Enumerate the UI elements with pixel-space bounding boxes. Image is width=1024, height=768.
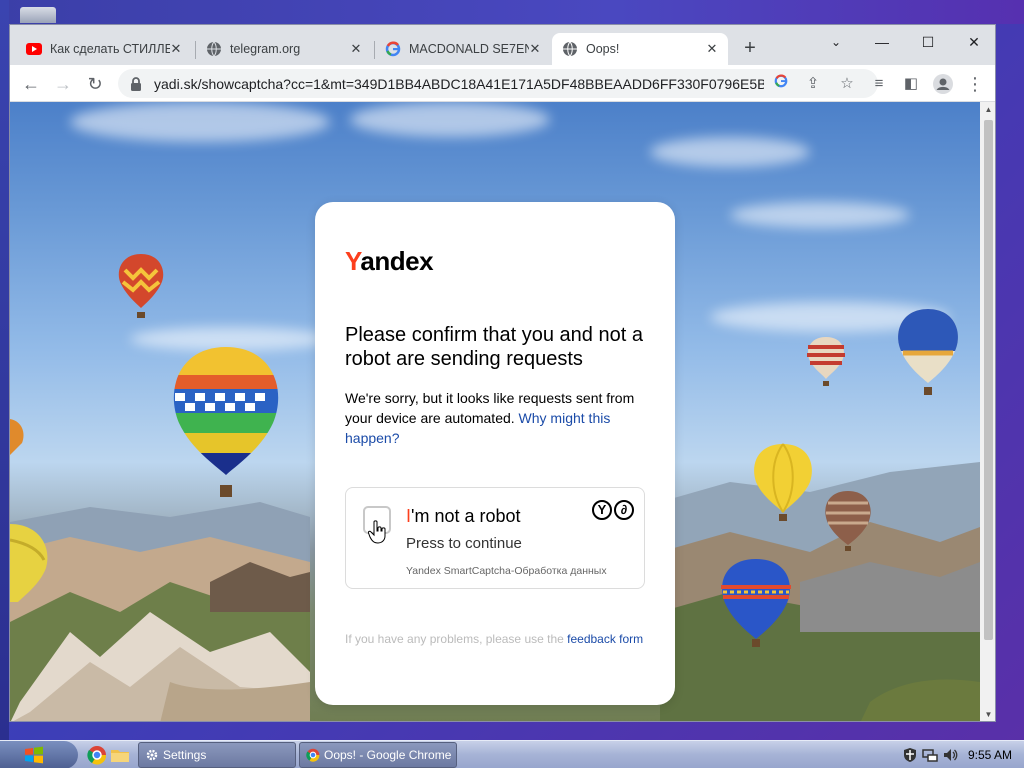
tab-search-chevron-icon[interactable]: ⌄	[813, 29, 859, 57]
captcha-icons: Y ∂	[592, 500, 634, 520]
back-button[interactable]: ←	[18, 71, 44, 97]
feedback-text: If you have any problems, please use the	[345, 632, 568, 646]
cloud	[650, 137, 810, 167]
taskbar: Settings Oops! - Google Chrome 9:55 AM	[0, 740, 1024, 768]
profile-avatar-icon[interactable]	[930, 71, 956, 97]
url-text: yadi.sk/showcaptcha?cc=1&mt=349D1BB4ABDC…	[154, 75, 764, 92]
hot-air-balloon	[825, 491, 871, 551]
hot-air-balloon	[754, 443, 812, 521]
network-icon[interactable]	[922, 747, 938, 763]
audio-captcha-icon[interactable]: ∂	[614, 500, 634, 520]
close-tab-icon[interactable]: ✕	[704, 41, 720, 57]
logo-letter: Y	[345, 246, 361, 276]
hot-air-balloon	[10, 419, 24, 455]
chrome-window: Как сделать СТИЛЛЕР ✕ telegram.org ✕ MAC…	[9, 24, 996, 722]
cloud	[730, 202, 910, 228]
captcha-heading: Please confirm that you and not a robot …	[345, 324, 643, 370]
smartcaptcha-label[interactable]: Yandex SmartCaptcha-Обработка данных	[406, 565, 607, 577]
scroll-thumb[interactable]	[984, 120, 993, 640]
taskbar-chrome[interactable]: Oops! - Google Chrome	[299, 742, 457, 768]
tab-title: telegram.org	[230, 42, 301, 56]
press-to-continue: Press to continue	[406, 535, 522, 552]
bookmark-star-icon[interactable]: ☆	[834, 71, 860, 97]
captcha-description: We're sorry, but it looks like requests …	[345, 388, 655, 448]
youtube-icon	[26, 41, 42, 57]
taskbar-chrome-label: Oops! - Google Chrome	[324, 748, 452, 762]
hot-air-balloon	[807, 337, 845, 386]
forward-button[interactable]: →	[50, 71, 76, 97]
chrome-icon	[306, 748, 320, 762]
feedback-link[interactable]: feedback form	[567, 632, 643, 646]
tab-telegram[interactable]: telegram.org ✕	[196, 33, 372, 65]
tab-google[interactable]: MACDONALD SE7EN ✕	[375, 33, 551, 65]
close-tab-icon[interactable]: ✕	[527, 41, 543, 57]
desktop-edge	[0, 0, 9, 740]
close-tab-icon[interactable]: ✕	[168, 41, 184, 57]
folder-icon[interactable]	[110, 745, 130, 765]
desktop-icon[interactable]	[20, 7, 56, 23]
lock-icon[interactable]	[130, 76, 144, 91]
taskbar-settings-label: Settings	[163, 748, 207, 762]
reload-button[interactable]: ↻	[82, 71, 108, 97]
hot-air-balloon	[10, 524, 48, 602]
share-icon[interactable]: ⇪	[800, 71, 826, 97]
cloud	[350, 102, 550, 137]
desktop-background	[0, 0, 1024, 24]
start-button[interactable]	[0, 741, 78, 768]
hand-cursor-icon	[368, 520, 386, 544]
smart-captcha-widget[interactable]: I'm not a robot Press to continue Yandex…	[345, 487, 645, 589]
globe-icon	[562, 41, 578, 57]
tab-oops[interactable]: Oops! ✕	[552, 33, 728, 65]
hot-air-balloon	[173, 347, 279, 497]
google-icon	[385, 41, 401, 57]
tab-youtube[interactable]: Как сделать СТИЛЛЕР ✕	[16, 33, 192, 65]
page-viewport: Yandex Please confirm that you and not a…	[10, 102, 980, 721]
cloud	[70, 102, 330, 142]
maximize-button[interactable]: ☐	[905, 29, 951, 57]
hot-air-balloon	[721, 559, 791, 647]
tab-title: MACDONALD SE7EN	[409, 42, 529, 56]
chrome-quicklaunch-icon[interactable]	[87, 745, 107, 765]
robot-text: 'm not a robot	[411, 506, 521, 526]
hot-air-balloon	[118, 254, 164, 318]
hot-air-balloon	[898, 309, 958, 395]
scroll-up-icon[interactable]: ▲	[980, 102, 995, 118]
new-tab-button[interactable]: +	[740, 38, 760, 59]
address-bar[interactable]: yadi.sk/showcaptcha?cc=1&mt=349D1BB4ABDC…	[118, 69, 878, 98]
yandex-logo: Yandex	[345, 246, 434, 277]
close-window-button[interactable]: ✕	[951, 29, 995, 57]
not-robot-label: I'm not a robot	[406, 506, 521, 527]
minimize-button[interactable]: —	[859, 29, 905, 57]
feedback-note: If you have any problems, please use the…	[345, 630, 645, 648]
scroll-down-icon[interactable]: ▼	[980, 707, 995, 721]
menu-kebab-icon[interactable]: ⋮	[962, 71, 988, 97]
clock[interactable]: 9:55 AM	[968, 748, 1012, 762]
windows-flag-icon	[25, 746, 43, 764]
globe-icon	[206, 41, 222, 57]
page-scrollbar[interactable]: ▲ ▼	[980, 102, 995, 721]
google-lens-icon[interactable]	[768, 71, 794, 97]
taskbar-settings[interactable]: Settings	[138, 742, 296, 768]
yandex-y-icon[interactable]: Y	[592, 500, 612, 520]
media-control-icon[interactable]: ≡	[866, 71, 892, 97]
toolbar: ← → ↻ yadi.sk/showcaptcha?cc=1&mt=349D1B…	[10, 65, 995, 102]
title-bar: Как сделать СТИЛЛЕР ✕ telegram.org ✕ MAC…	[10, 25, 995, 65]
captcha-card: Yandex Please confirm that you and not a…	[315, 202, 675, 705]
tab-title: Oops!	[586, 42, 620, 56]
volume-icon[interactable]	[942, 747, 958, 763]
logo-text: andex	[360, 246, 434, 276]
side-panel-icon[interactable]: ◧	[898, 71, 924, 97]
security-shield-icon[interactable]	[902, 747, 918, 763]
tab-title: Как сделать СТИЛЛЕР	[50, 42, 170, 56]
system-tray: 9:55 AM	[898, 741, 1024, 768]
gear-icon	[145, 748, 159, 762]
close-tab-icon[interactable]: ✕	[348, 41, 364, 57]
